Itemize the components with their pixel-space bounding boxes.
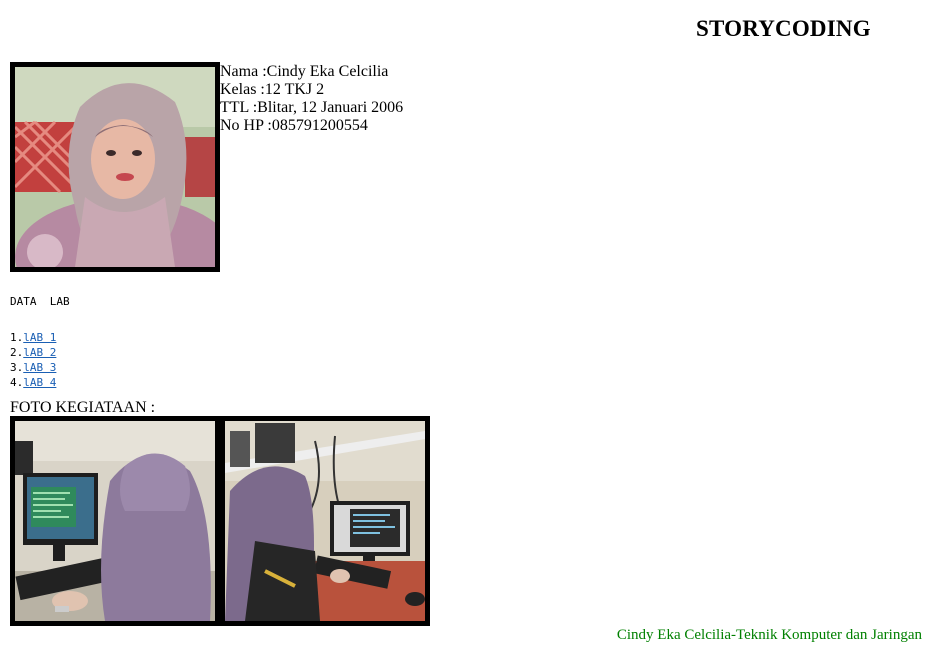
lab-2-link[interactable]: lAB 2 xyxy=(23,346,56,359)
activity-gallery xyxy=(10,416,430,626)
activity-photo-2-image xyxy=(225,421,425,621)
birth-value: Blitar, 12 Januari 2006 xyxy=(257,99,404,116)
lab-number: 4. xyxy=(10,376,24,389)
list-item: 3.lAB 3 xyxy=(10,360,70,375)
phone-label: No HP : xyxy=(220,117,272,134)
profile-photo-image xyxy=(15,67,215,267)
lab-section: DATA LAB 1.lAB 1 2.lAB 2 3.lAB 3 4.lAB 4 xyxy=(10,295,70,390)
name-value: Cindy Eka Celcilia xyxy=(266,63,389,80)
profile-info: Nama :Cindy Eka Celcilia Kelas :12 TKJ 2… xyxy=(220,63,403,135)
lab-3-link[interactable]: lAB 3 xyxy=(23,361,56,374)
name-row: Nama :Cindy Eka Celcilia xyxy=(220,63,403,81)
class-row: Kelas :12 TKJ 2 xyxy=(220,81,403,99)
activities-label: FOTO KEGIATAAN : xyxy=(10,399,156,416)
lab-list: 1.lAB 1 2.lAB 2 3.lAB 3 4.lAB 4 xyxy=(10,330,70,390)
lab-number: 3. xyxy=(10,361,24,374)
name-label: Nama : xyxy=(220,63,267,80)
activity-photo-1 xyxy=(15,421,215,621)
list-item: 1.lAB 1 xyxy=(10,330,70,345)
lab-1-link[interactable]: lAB 1 xyxy=(23,331,56,344)
birth-row: TTL :Blitar, 12 Januari 2006 xyxy=(220,99,403,117)
activity-photo-2 xyxy=(225,421,425,621)
list-item: 2.lAB 2 xyxy=(10,345,70,360)
footer-credit: Cindy Eka Celcilia-Teknik Komputer dan J… xyxy=(616,627,922,643)
phone-row: No HP :085791200554 xyxy=(220,117,403,135)
class-value: 12 TKJ 2 xyxy=(264,81,325,98)
phone-value: 085791200554 xyxy=(271,117,368,134)
birth-label: TTL : xyxy=(220,99,258,116)
lab-heading: DATA LAB xyxy=(10,295,70,308)
lab-number: 1. xyxy=(10,331,24,344)
lab-number: 2. xyxy=(10,346,24,359)
profile-photo xyxy=(10,62,220,272)
page-title: STORYCODING xyxy=(696,16,871,41)
class-label: Kelas : xyxy=(220,81,265,98)
list-item: 4.lAB 4 xyxy=(10,375,70,390)
activity-photo-1-image xyxy=(15,421,215,621)
lab-4-link[interactable]: lAB 4 xyxy=(23,376,56,389)
